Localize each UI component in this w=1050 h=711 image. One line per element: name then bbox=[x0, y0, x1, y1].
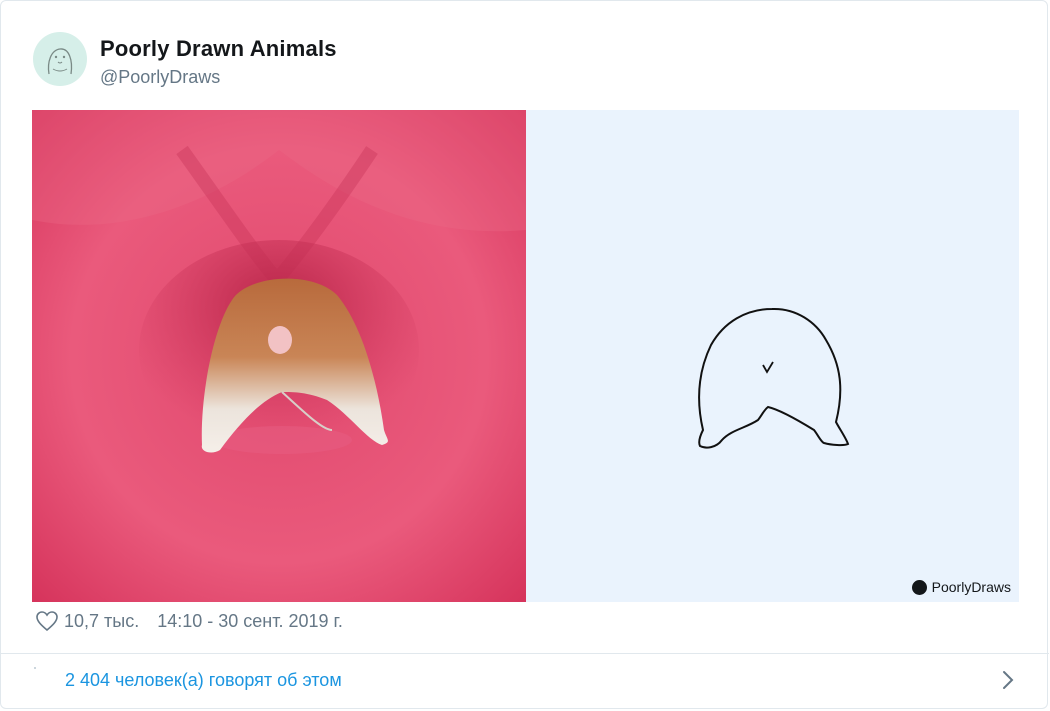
avatar[interactable] bbox=[33, 32, 87, 86]
tweet-media[interactable]: PoorlyDraws bbox=[32, 110, 1019, 602]
avatar-sketch-icon bbox=[47, 48, 73, 75]
hamster-photo[interactable] bbox=[32, 110, 526, 602]
timestamp[interactable]: 14:10 - 30 сент. 2019 г. bbox=[157, 611, 343, 632]
watermark: PoorlyDraws bbox=[911, 579, 1011, 595]
author-handle[interactable]: @PoorlyDraws bbox=[100, 67, 220, 88]
talking-about-link[interactable]: 2 404 человек(а) говорят об этом bbox=[65, 670, 342, 691]
hamster-sketch bbox=[698, 307, 850, 449]
chevron-right-icon[interactable] bbox=[1001, 669, 1015, 691]
divider bbox=[1, 653, 1049, 654]
like-count[interactable]: 10,7 тыс. bbox=[64, 611, 139, 632]
tweet-card: Poorly Drawn Animals @PoorlyDraws Poorly… bbox=[0, 0, 1049, 709]
divider-tick bbox=[34, 667, 36, 669]
tweet-meta: 10,7 тыс. 14:10 - 30 сент. 2019 г. bbox=[35, 610, 343, 632]
heart-icon[interactable] bbox=[35, 610, 59, 632]
drawing-panel[interactable]: PoorlyDraws bbox=[526, 110, 1019, 602]
twitter-bird-icon bbox=[911, 579, 927, 595]
author-name[interactable]: Poorly Drawn Animals bbox=[100, 36, 337, 62]
watermark-label: PoorlyDraws bbox=[931, 579, 1011, 595]
